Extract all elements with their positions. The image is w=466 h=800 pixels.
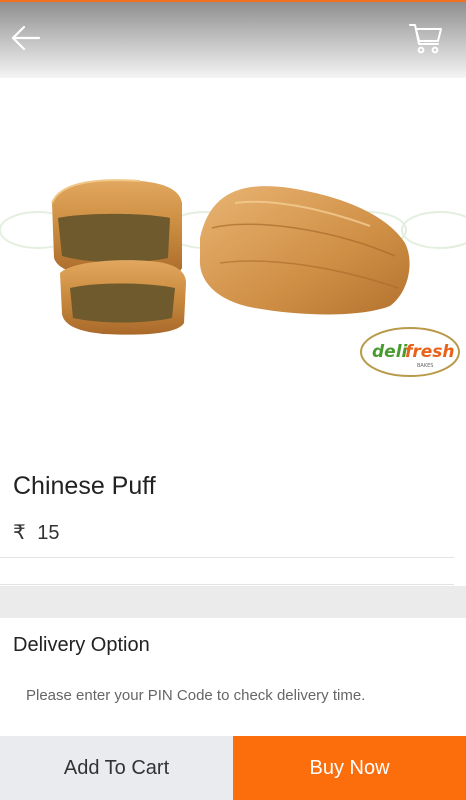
buy-now-button[interactable]: Buy Now xyxy=(233,736,466,800)
divider xyxy=(0,584,454,585)
arrow-left-icon xyxy=(11,25,41,51)
divider xyxy=(0,557,454,558)
product-title: Chinese Puff xyxy=(13,472,156,500)
svg-text:deli: deli xyxy=(372,342,409,362)
cart-icon xyxy=(409,24,442,54)
puff-stacked-halves xyxy=(51,179,186,335)
delivery-option-section: Delivery Option Please enter your PIN Co… xyxy=(0,618,466,736)
delivery-pin-prompt[interactable]: Please enter your PIN Code to check deli… xyxy=(26,687,365,704)
delivery-title: Delivery Option xyxy=(13,634,150,656)
product-price: ₹ 15 xyxy=(13,520,60,545)
svg-text:BAKES: BAKES xyxy=(417,363,433,369)
price-value: 15 xyxy=(37,522,60,544)
add-to-cart-button[interactable]: Add To Cart xyxy=(0,736,233,800)
section-spacer xyxy=(0,586,466,618)
product-image: deli fresh BAKES xyxy=(0,78,466,428)
bottom-action-bar: Add To Cart Buy Now xyxy=(0,736,466,800)
product-info: Chinese Puff ₹ 15 xyxy=(0,456,466,586)
back-button[interactable] xyxy=(8,20,44,56)
app-header xyxy=(0,2,466,78)
brand-logo: deli fresh BAKES xyxy=(360,327,460,377)
svg-text:fresh: fresh xyxy=(405,342,455,362)
product-photo: deli fresh BAKES xyxy=(0,179,466,377)
puff-whole xyxy=(199,186,410,315)
cart-button[interactable] xyxy=(408,20,444,56)
currency-symbol: ₹ xyxy=(13,522,26,544)
